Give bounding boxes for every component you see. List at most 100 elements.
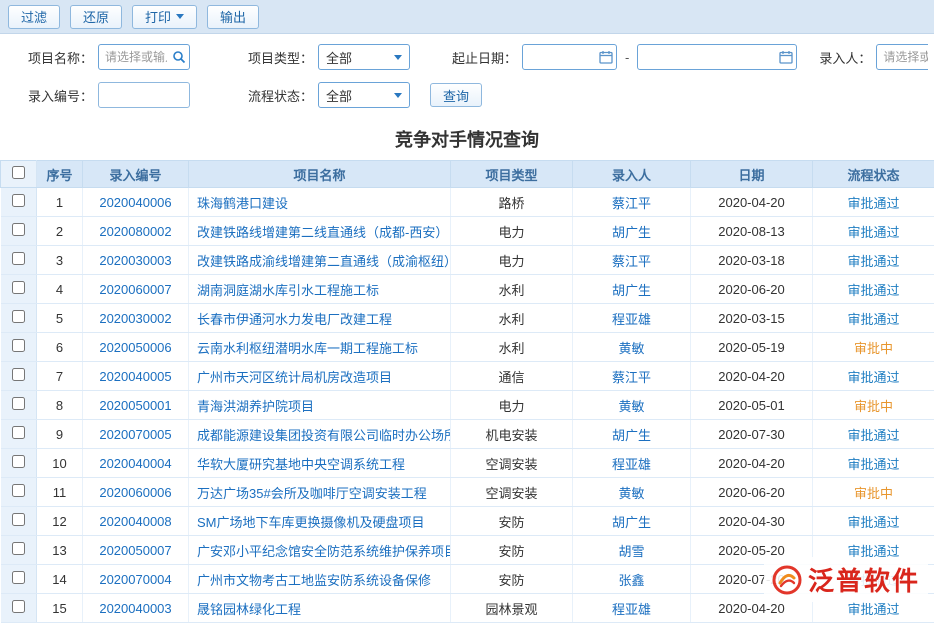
restore-button[interactable]: 还原	[70, 5, 122, 29]
end-date-input[interactable]	[637, 44, 797, 70]
project-type-cell: 空调安装	[451, 478, 573, 507]
entry-code-link[interactable]: 2020040004	[99, 456, 171, 471]
column-header-code[interactable]: 录入编号	[83, 161, 189, 188]
entry-code-link[interactable]: 2020060006	[99, 485, 171, 500]
entry-person-link[interactable]: 蔡江平	[612, 196, 651, 211]
row-checkbox[interactable]	[12, 484, 25, 497]
table-row[interactable]: 6 2020050006 云南水利枢纽潜明水库一期工程施工标 水利 黄敏 202…	[1, 333, 934, 362]
table-row[interactable]: 1 2020040006 珠海鹤港口建设 路桥 蔡江平 2020-04-20 审…	[1, 188, 934, 217]
project-type-cell: 水利	[451, 333, 573, 362]
column-header-date[interactable]: 日期	[691, 161, 813, 188]
calendar-icon[interactable]	[599, 50, 613, 64]
entry-code-input[interactable]	[98, 82, 190, 108]
column-header-status[interactable]: 流程状态	[813, 161, 934, 188]
select-all-checkbox[interactable]	[12, 166, 25, 179]
project-name-link[interactable]: 广州市文物考古工地监安防系统设备保修	[197, 573, 431, 588]
table-row[interactable]: 12 2020040008 SM广场地下车库更换摄像机及硬盘项目 安防 胡广生 …	[1, 507, 934, 536]
entry-code-link[interactable]: 2020040003	[99, 601, 171, 616]
entry-person-link[interactable]: 胡广生	[612, 428, 651, 443]
query-button-label: 查询	[443, 86, 469, 105]
row-checkbox[interactable]	[12, 455, 25, 468]
entry-person-link[interactable]: 胡广生	[612, 515, 651, 530]
column-header-person[interactable]: 录入人	[573, 161, 691, 188]
column-header-type[interactable]: 项目类型	[451, 161, 573, 188]
search-icon[interactable]	[172, 50, 186, 64]
row-checkbox[interactable]	[12, 542, 25, 555]
project-name-link[interactable]: 青海洪湖养护院项目	[197, 399, 314, 414]
entry-person-link[interactable]: 张鑫	[618, 573, 644, 588]
table-row[interactable]: 4 2020060007 湖南洞庭湖水库引水工程施工标 水利 胡广生 2020-…	[1, 275, 934, 304]
entry-person-link[interactable]: 黄敏	[618, 486, 644, 501]
project-name-link[interactable]: 晟铭园林绿化工程	[197, 602, 301, 617]
row-number: 5	[37, 304, 83, 333]
entry-person-link[interactable]: 胡广生	[612, 283, 651, 298]
row-checkbox[interactable]	[12, 426, 25, 439]
row-checkbox[interactable]	[12, 600, 25, 613]
row-checkbox[interactable]	[12, 310, 25, 323]
project-name-link[interactable]: SM广场地下车库更换摄像机及硬盘项目	[197, 515, 425, 530]
project-name-link[interactable]: 华软大厦研究基地中央空调系统工程	[197, 457, 405, 472]
entry-person-link[interactable]: 程亚雄	[612, 457, 651, 472]
row-checkbox[interactable]	[12, 397, 25, 410]
row-checkbox[interactable]	[12, 281, 25, 294]
row-checkbox[interactable]	[12, 513, 25, 526]
entry-code-link[interactable]: 2020030003	[99, 253, 171, 268]
entry-person-link[interactable]: 胡广生	[612, 225, 651, 240]
entry-person-link[interactable]: 程亚雄	[612, 312, 651, 327]
process-status-cell: 审批通过	[813, 275, 934, 304]
row-checkbox[interactable]	[12, 339, 25, 352]
row-checkbox[interactable]	[12, 252, 25, 265]
entry-person-link[interactable]: 胡雪	[618, 544, 644, 559]
project-name-link[interactable]: 万达广场35#会所及咖啡厅空调安装工程	[197, 486, 427, 501]
project-name-link[interactable]: 长春市伊通河水力发电厂改建工程	[197, 312, 392, 327]
entry-code-link[interactable]: 2020040006	[99, 195, 171, 210]
column-header-name[interactable]: 项目名称	[189, 161, 451, 188]
entry-person-link[interactable]: 蔡江平	[612, 370, 651, 385]
table-row[interactable]: 3 2020030003 改建铁路成渝线增建第二直通线（成渝枢纽） 电力 蔡江平…	[1, 246, 934, 275]
entry-code-link[interactable]: 2020070004	[99, 572, 171, 587]
entry-person-link[interactable]: 蔡江平	[612, 254, 651, 269]
table-row[interactable]: 5 2020030002 长春市伊通河水力发电厂改建工程 水利 程亚雄 2020…	[1, 304, 934, 333]
print-button[interactable]: 打印	[132, 5, 197, 29]
entry-code-link[interactable]: 2020070005	[99, 427, 171, 442]
project-name-link[interactable]: 湖南洞庭湖水库引水工程施工标	[197, 283, 379, 298]
entry-code-link[interactable]: 2020040005	[99, 369, 171, 384]
entry-person-input[interactable]	[876, 44, 928, 70]
entry-person-link[interactable]: 程亚雄	[612, 602, 651, 617]
entry-code-link[interactable]: 2020040008	[99, 514, 171, 529]
entry-code-link[interactable]: 2020050001	[99, 398, 171, 413]
project-type-select[interactable]: 全部	[318, 44, 410, 70]
row-checkbox[interactable]	[12, 194, 25, 207]
project-name-link[interactable]: 珠海鹤港口建设	[197, 196, 288, 211]
entry-person-group: 录入人：	[797, 44, 928, 70]
process-status-cell: 审批通过	[813, 246, 934, 275]
project-name-link[interactable]: 改建铁路线增建第二线直通线（成都-西安）电气化	[197, 225, 451, 240]
filter-button[interactable]: 过滤	[8, 5, 60, 29]
entry-person-link[interactable]: 黄敏	[618, 399, 644, 414]
row-checkbox[interactable]	[12, 223, 25, 236]
table-row[interactable]: 11 2020060006 万达广场35#会所及咖啡厅空调安装工程 空调安装 黄…	[1, 478, 934, 507]
entry-code-link[interactable]: 2020080002	[99, 224, 171, 239]
row-checkbox[interactable]	[12, 368, 25, 381]
project-name-link[interactable]: 广州市天河区统计局机房改造项目	[197, 370, 392, 385]
table-row[interactable]: 8 2020050001 青海洪湖养护院项目 电力 黄敏 2020-05-01 …	[1, 391, 934, 420]
table-row[interactable]: 7 2020040005 广州市天河区统计局机房改造项目 通信 蔡江平 2020…	[1, 362, 934, 391]
entry-code-link[interactable]: 2020060007	[99, 282, 171, 297]
table-row[interactable]: 2 2020080002 改建铁路线增建第二线直通线（成都-西安）电气化 电力 …	[1, 217, 934, 246]
calendar-icon[interactable]	[779, 50, 793, 64]
project-name-link[interactable]: 广安邓小平纪念馆安全防范系统维护保养项目	[197, 544, 451, 559]
entry-code-link[interactable]: 2020050007	[99, 543, 171, 558]
process-status-select[interactable]: 全部	[318, 82, 410, 108]
entry-code-link[interactable]: 2020050006	[99, 340, 171, 355]
row-checkbox[interactable]	[12, 571, 25, 584]
project-name-link[interactable]: 改建铁路成渝线增建第二直通线（成渝枢纽）	[197, 254, 451, 269]
table-row[interactable]: 9 2020070005 成都能源建设集团投资有限公司临时办公场所 机电安装 胡…	[1, 420, 934, 449]
table-row[interactable]: 10 2020040004 华软大厦研究基地中央空调系统工程 空调安装 程亚雄 …	[1, 449, 934, 478]
column-header-no[interactable]: 序号	[37, 161, 83, 188]
entry-person-link[interactable]: 黄敏	[618, 341, 644, 356]
entry-code-link[interactable]: 2020030002	[99, 311, 171, 326]
query-button[interactable]: 查询	[430, 83, 482, 107]
project-name-link[interactable]: 成都能源建设集团投资有限公司临时办公场所	[197, 428, 451, 443]
output-button[interactable]: 输出	[207, 5, 259, 29]
project-name-link[interactable]: 云南水利枢纽潜明水库一期工程施工标	[197, 341, 418, 356]
